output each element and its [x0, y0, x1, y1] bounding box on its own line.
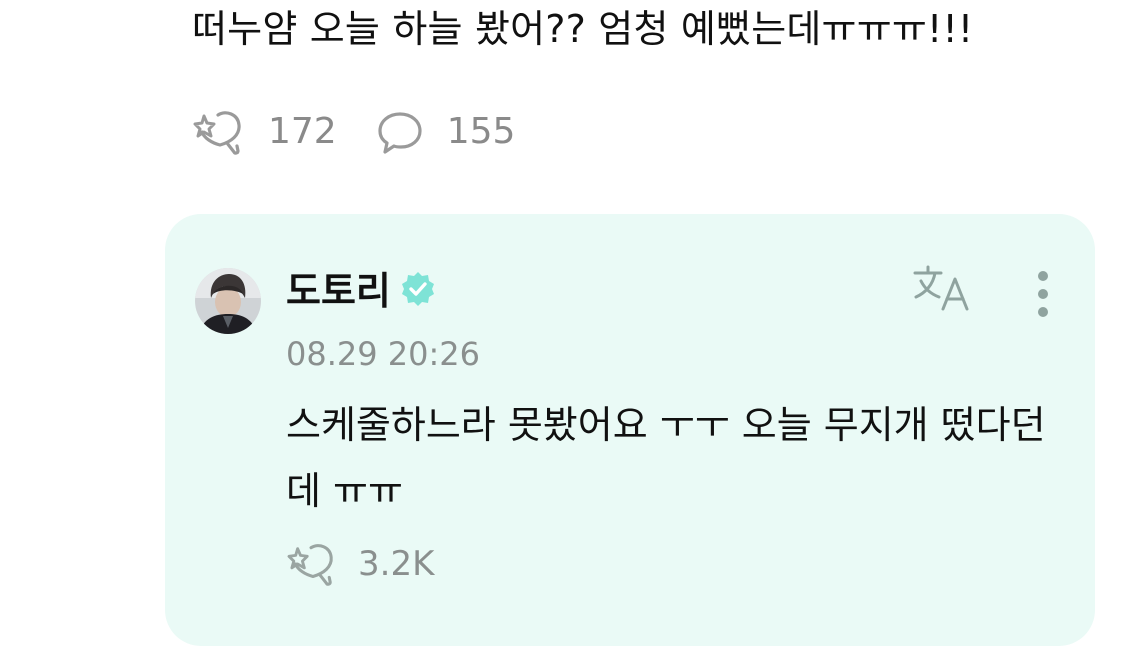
post-like-button[interactable]: 172 — [192, 108, 337, 156]
author-row: 도토리 — [286, 266, 437, 316]
post-like-count: 172 — [268, 111, 337, 152]
sparkle-heart-icon — [286, 541, 338, 587]
post-actions: 172 155 — [192, 108, 515, 156]
speech-bubble-icon — [375, 109, 425, 155]
reply-like-button[interactable]: 3.2K — [286, 540, 434, 588]
avatar[interactable] — [195, 268, 261, 334]
reply-body: 스케줄하느라 못봤어요 ㅜㅜ 오늘 무지개 떴다던데 ㅠㅠ — [286, 403, 1046, 513]
translate-icon — [911, 263, 973, 317]
post-text: 떠누얌 오늘 하늘 봤어?? 엄청 예뻤는데ㅠㅠㅠ!!! — [192, 7, 974, 51]
reply-card: 도토리 08.29 20:26 스케줄하느라 못봤어요 ㅜㅜ 오늘 무지개 떴다… — [165, 214, 1095, 646]
verified-badge-icon — [399, 270, 437, 312]
reply-timestamp: 08.29 20:26 — [286, 335, 480, 373]
sparkle-heart-icon — [192, 108, 246, 156]
reply-like-count: 3.2K — [358, 544, 435, 584]
reply-actions: 3.2K — [286, 540, 434, 588]
author-name[interactable]: 도토리 — [286, 266, 391, 316]
translate-button[interactable] — [908, 262, 976, 318]
post-comment-count: 155 — [446, 111, 516, 152]
more-vertical-icon — [1025, 271, 1061, 324]
more-options-button[interactable] — [1025, 270, 1061, 320]
post-comment-button[interactable]: 155 — [375, 108, 516, 156]
